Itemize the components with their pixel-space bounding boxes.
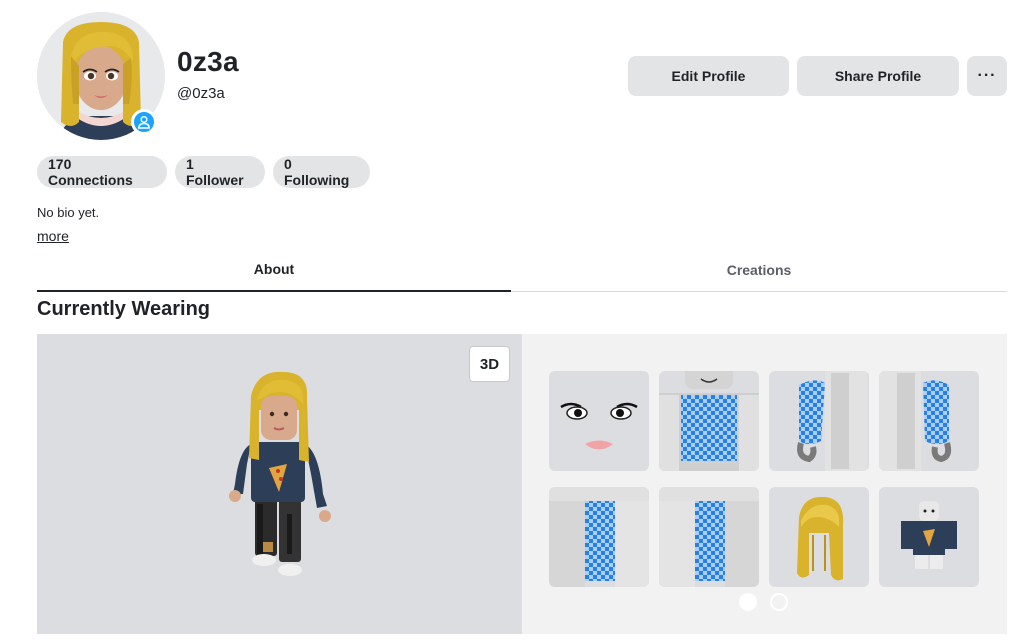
- item-torso-thumbnail[interactable]: [659, 371, 759, 471]
- avatar-full-body-image: [229, 371, 331, 576]
- wearing-items-panel: [522, 334, 1007, 634]
- checkered-shirt-item-icon: [659, 371, 759, 471]
- item-left-leg-thumbnail[interactable]: [549, 487, 649, 587]
- item-hair-thumbnail[interactable]: [769, 487, 869, 587]
- left-leg-item-icon: [549, 487, 649, 587]
- share-profile-button[interactable]: Share Profile: [797, 56, 959, 96]
- tab-creations[interactable]: Creations: [522, 248, 996, 292]
- more-options-button[interactable]: ···: [967, 56, 1007, 96]
- username: @0z3a: [177, 85, 225, 102]
- item-right-leg-thumbnail[interactable]: [659, 487, 759, 587]
- bio-text: No bio yet.: [37, 205, 100, 220]
- view-3d-toggle[interactable]: 3D: [469, 346, 510, 382]
- item-right-arm-thumbnail[interactable]: [769, 371, 869, 471]
- edit-profile-button[interactable]: Edit Profile: [628, 56, 789, 96]
- carousel-page-dot-2[interactable]: [770, 593, 788, 611]
- left-arm-item-icon: [879, 371, 952, 471]
- blonde-hair-item-icon: [797, 496, 844, 581]
- right-leg-item-icon: [659, 487, 759, 587]
- user-person-icon: [138, 115, 150, 129]
- followers-pill[interactable]: 1 Follower: [175, 156, 265, 188]
- following-pill[interactable]: 0 Following: [273, 156, 370, 188]
- ellipsis-icon: ···: [977, 67, 997, 84]
- bio-more-link[interactable]: more: [37, 228, 69, 244]
- currently-wearing-title: Currently Wearing: [37, 298, 210, 320]
- item-face-thumbnail[interactable]: [549, 371, 649, 471]
- pizza-shirt-item-icon: [901, 501, 957, 569]
- profile-tabs: About Creations: [37, 248, 1007, 292]
- display-name: 0z3a: [177, 46, 239, 77]
- carousel-page-dot-1[interactable]: [739, 593, 757, 611]
- connections-pill[interactable]: 170 Connections: [37, 156, 167, 188]
- face-item-icon: [560, 402, 638, 450]
- item-shirt-thumbnail[interactable]: [879, 487, 979, 587]
- tab-about[interactable]: About: [37, 248, 511, 292]
- right-arm-item-icon: [797, 371, 867, 471]
- avatar-viewer[interactable]: 3D: [37, 334, 522, 634]
- presence-badge: [131, 109, 157, 135]
- item-left-arm-thumbnail[interactable]: [879, 371, 979, 471]
